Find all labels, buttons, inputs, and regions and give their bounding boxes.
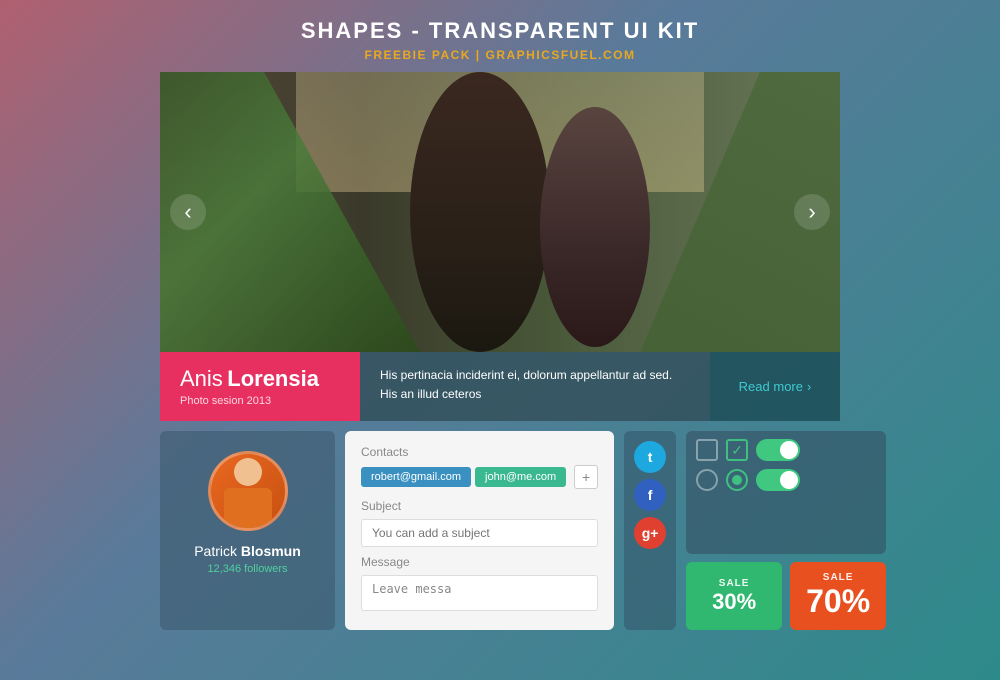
google-icon[interactable]: g+	[634, 517, 666, 549]
contact-tag-1[interactable]: robert@gmail.com	[361, 467, 471, 487]
read-more-link[interactable]: Read more	[739, 379, 803, 394]
radio-unchecked[interactable]	[696, 469, 718, 491]
twitter-icon[interactable]: t	[634, 441, 666, 473]
last-name: Lorensia	[227, 366, 319, 391]
sale-label-1: SALE	[719, 578, 750, 589]
sale-label-2: SALE	[823, 572, 854, 583]
checkbox-unchecked[interactable]	[696, 439, 718, 461]
caption-name-block: Anis Lorensia Photo sesion 2013	[160, 352, 360, 421]
add-contact-button[interactable]: +	[574, 465, 598, 489]
page-subtitle: FREEBIE PACK | GRAPHICSFUEL.COM	[301, 48, 699, 62]
profile-name: Patrick Blosmun	[194, 543, 301, 559]
radio-inner	[732, 475, 742, 485]
toggle-knob-on-2	[780, 471, 798, 489]
sale-panel: SALE 30% SALE 70%	[686, 562, 886, 630]
caption-text: His pertinacia inciderint ei, dolorum ap…	[380, 366, 690, 404]
controls-row-2	[696, 469, 876, 491]
first-name: Anis	[180, 366, 223, 391]
avatar-figure	[223, 451, 273, 528]
subject-input[interactable]	[361, 519, 598, 547]
contacts-label: Contacts	[361, 445, 598, 459]
sale-badge-30: SALE 30%	[686, 562, 782, 630]
avatar	[208, 451, 288, 531]
read-more-arrow: ›	[807, 379, 811, 394]
sale-percent-2: 70%	[806, 583, 870, 620]
toggle-knob-on	[780, 441, 798, 459]
message-textarea[interactable]: Leave messa	[361, 575, 598, 611]
slider-caption: Anis Lorensia Photo sesion 2013 His pert…	[160, 352, 840, 421]
toggle-on[interactable]	[756, 439, 800, 461]
photo-info: Photo sesion 2013	[180, 395, 340, 407]
profile-last-name: Blosmun	[241, 543, 301, 559]
toggle-on-2[interactable]	[756, 469, 800, 491]
contacts-row: robert@gmail.com john@me.com +	[361, 465, 598, 489]
subject-label: Subject	[361, 499, 598, 513]
controls-row-1: ✓	[696, 439, 876, 461]
caption-person-name: Anis Lorensia	[180, 366, 340, 392]
slider-next-button[interactable]: ›	[794, 194, 830, 230]
profile-card: Patrick Blosmun 12,346 followers	[160, 431, 335, 630]
contact-form: Contacts robert@gmail.com john@me.com + …	[345, 431, 614, 630]
checkbox-checked[interactable]: ✓	[726, 439, 748, 461]
avatar-body	[224, 488, 272, 528]
facebook-icon[interactable]: f	[634, 479, 666, 511]
sale-badge-70: SALE 70%	[790, 562, 886, 630]
profile-first-name: Patrick	[194, 543, 237, 559]
contact-tag-2[interactable]: john@me.com	[475, 467, 566, 487]
slider-image	[160, 72, 840, 352]
main-container: ‹ › Anis Lorensia Photo sesion 2013 His …	[160, 72, 840, 630]
page-title: SHAPES - TRANSPARENT UI KIT	[301, 18, 699, 44]
avatar-head	[234, 458, 262, 486]
slider-prev-button[interactable]: ‹	[170, 194, 206, 230]
bottom-panels: Patrick Blosmun 12,346 followers Contact…	[160, 431, 840, 630]
slider: ‹ ›	[160, 72, 840, 352]
read-more-button[interactable]: Read more ›	[710, 352, 840, 421]
profile-followers: 12,346 followers	[207, 563, 287, 575]
sale-percent-1: 30%	[712, 589, 756, 615]
caption-description: His pertinacia inciderint ei, dolorum ap…	[360, 352, 710, 421]
bottom-right-panels: ✓ SALE	[686, 431, 886, 630]
message-label: Message	[361, 555, 598, 569]
social-icons-panel: t f g+	[624, 431, 676, 630]
page-header: SHAPES - TRANSPARENT UI KIT FREEBIE PACK…	[301, 0, 699, 72]
radio-checked[interactable]	[726, 469, 748, 491]
controls-panel: ✓	[686, 431, 886, 554]
